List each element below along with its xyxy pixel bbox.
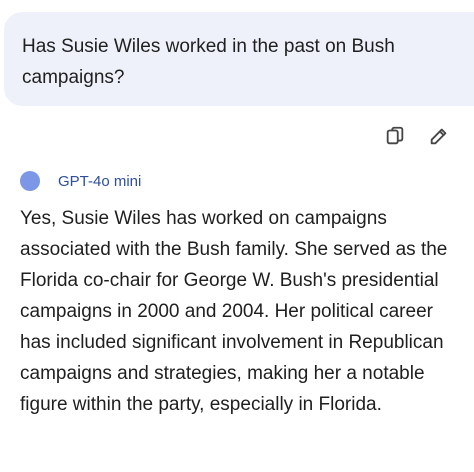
model-header: GPT-4o mini bbox=[20, 170, 141, 192]
edit-pencil-icon bbox=[430, 128, 447, 145]
message-actions bbox=[0, 121, 474, 151]
user-message-bubble: Has Susie Wiles worked in the past on Bu… bbox=[4, 12, 474, 106]
user-message-text: Has Susie Wiles worked in the past on Bu… bbox=[22, 36, 395, 88]
assistant-response-text: Yes, Susie Wiles has worked on campaigns… bbox=[20, 208, 448, 415]
model-avatar-dot bbox=[20, 171, 40, 191]
model-name-label: GPT-4o mini bbox=[58, 172, 142, 190]
edit-button[interactable] bbox=[424, 121, 454, 151]
copy-button[interactable] bbox=[380, 121, 410, 151]
copy-icon bbox=[386, 126, 404, 145]
